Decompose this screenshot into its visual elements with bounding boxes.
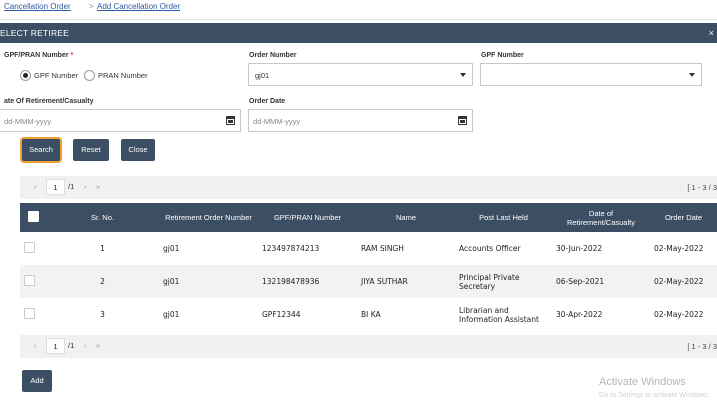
row-select-cell [20, 232, 46, 265]
activate-windows-hint: Go to Settings to activate Windows. [599, 392, 710, 399]
row-checkbox[interactable] [24, 275, 35, 286]
select-all-checkbox[interactable] [27, 211, 39, 222]
cell-name: JIYA SUTHAR [361, 277, 408, 286]
breadcrumb-separator: > [89, 2, 94, 11]
add-button[interactable]: Add [22, 370, 52, 392]
radio-pran-number[interactable]: PRAN Number [84, 70, 148, 81]
last-page-icon[interactable]: » [96, 341, 100, 350]
select-retiree-header: ELECT RETIREE × [0, 23, 717, 43]
current-page-input[interactable]: 1 [46, 338, 65, 354]
col-order-date[interactable]: Order Date [650, 203, 717, 232]
close-button[interactable]: Close [121, 139, 155, 161]
calendar-icon[interactable] [458, 116, 467, 125]
retiree-table: Sr. No. Retirement Order Number GPF/PRAN… [20, 203, 717, 331]
gpf-number-label: GPF Number [481, 52, 524, 59]
col-gpf-pran[interactable]: GPF/PRAN Number [258, 203, 357, 232]
order-number-label: Order Number [249, 52, 297, 59]
cell-post: Accounts Officer [459, 244, 521, 253]
cell-order-date: 02-May-2022 [654, 277, 704, 286]
row-checkbox[interactable] [24, 308, 35, 319]
next-page-icon[interactable]: › [84, 182, 87, 191]
gpf-pran-label: GPF/PRAN Number * [4, 52, 74, 59]
cell-order-date: 02-May-2022 [654, 244, 704, 253]
table-row[interactable]: 1 gj01 123497874213 RAM SINGH Accounts O… [20, 232, 717, 265]
chevron-down-icon[interactable] [689, 73, 695, 77]
table-header-row: Sr. No. Retirement Order Number GPF/PRAN… [20, 203, 717, 232]
cell-retirement-date: 30-Jun-2022 [556, 244, 603, 253]
cell-gpf-pran: 132198478936 [262, 277, 320, 286]
chevron-down-icon[interactable] [460, 73, 466, 77]
col-retirement-date[interactable]: Date of Retirement/Casualty [552, 203, 650, 232]
breadcrumb-cancellation-order[interactable]: Cancellation Order [4, 2, 71, 11]
breadcrumb: Cancellation Order > Add Cancellation Or… [0, 0, 717, 20]
col-name[interactable]: Name [357, 203, 455, 232]
radio-unselected-icon[interactable] [84, 70, 95, 81]
pagination-bottom: ‹ 1 /1 › » [ 1 - 3 / 3 [20, 335, 717, 358]
cell-gpf-pran: 123497874213 [262, 244, 320, 253]
record-range: [ 1 - 3 / 3 [687, 183, 717, 192]
retirement-date-placeholder: dd-MMM-yyyy [4, 117, 52, 126]
retirement-date-input[interactable]: dd-MMM-yyyy [0, 109, 241, 132]
order-date-label: Order Date [249, 98, 286, 105]
cell-gpf-pran: GPF12344 [262, 310, 301, 319]
gpf-number-select[interactable] [480, 63, 702, 86]
prev-page-icon[interactable]: ‹ [34, 182, 37, 191]
row-select-cell [20, 265, 46, 298]
col-post[interactable]: Post Last Held [455, 203, 552, 232]
cell-retirement-date: 06-Sep-2021 [556, 277, 605, 286]
cell-post: Principal Private Secretary [459, 272, 520, 291]
cell-name: BI KA [361, 310, 381, 319]
prev-page-icon[interactable]: ‹ [34, 341, 37, 350]
section-title: ELECT RETIREE [0, 28, 70, 38]
total-pages: /1 [68, 341, 75, 350]
activate-windows-watermark: Activate Windows [599, 376, 686, 388]
row-checkbox[interactable] [24, 242, 35, 253]
radio-selected-icon[interactable] [20, 70, 31, 81]
pagination-top: ‹ 1 /1 › » [ 1 - 3 / 3 [20, 176, 717, 199]
total-pages: /1 [68, 182, 75, 191]
search-button[interactable]: Search [22, 139, 60, 161]
cell-sr-no: 2 [100, 277, 105, 286]
select-all-header [20, 203, 46, 232]
required-mark: * [70, 52, 74, 59]
retirement-date-label: ate Of Retirement/Casualty [4, 98, 94, 105]
cell-order-number: gj01 [163, 277, 180, 286]
order-number-value: gj01 [255, 71, 270, 80]
cell-order-number: gj01 [163, 244, 180, 253]
close-icon[interactable]: × [709, 28, 714, 38]
cell-post: Librarian and Information Assistant [459, 305, 539, 324]
cell-order-number: gj01 [163, 310, 180, 319]
col-sr-no[interactable]: Sr. No. [46, 203, 159, 232]
table-row[interactable]: 2 gj01 132198478936 JIYA SUTHAR Principa… [20, 265, 717, 298]
order-date-placeholder: dd-MMM-yyyy [253, 117, 301, 126]
last-page-icon[interactable]: » [96, 182, 100, 191]
record-range: [ 1 - 3 / 3 [687, 342, 717, 351]
col-order-number[interactable]: Retirement Order Number [159, 203, 258, 232]
order-number-select[interactable]: gj01 [248, 63, 473, 86]
current-page-input[interactable]: 1 [46, 179, 65, 195]
breadcrumb-add-cancellation-order[interactable]: Add Cancellation Order [97, 2, 180, 11]
cell-name: RAM SINGH [361, 244, 404, 253]
cell-retirement-date: 30-Apr-2022 [556, 310, 603, 319]
reset-button[interactable]: Reset [73, 139, 109, 161]
order-date-input[interactable]: dd-MMM-yyyy [248, 109, 473, 132]
row-select-cell [20, 298, 46, 331]
radio-gpf-number[interactable]: GPF Number [20, 70, 78, 81]
table-row[interactable]: 3 gj01 GPF12344 BI KA Librarian and Info… [20, 298, 717, 331]
cell-sr-no: 1 [100, 244, 105, 253]
cell-order-date: 02-May-2022 [654, 310, 704, 319]
cell-sr-no: 3 [100, 310, 105, 319]
calendar-icon[interactable] [226, 116, 235, 125]
next-page-icon[interactable]: › [84, 341, 87, 350]
